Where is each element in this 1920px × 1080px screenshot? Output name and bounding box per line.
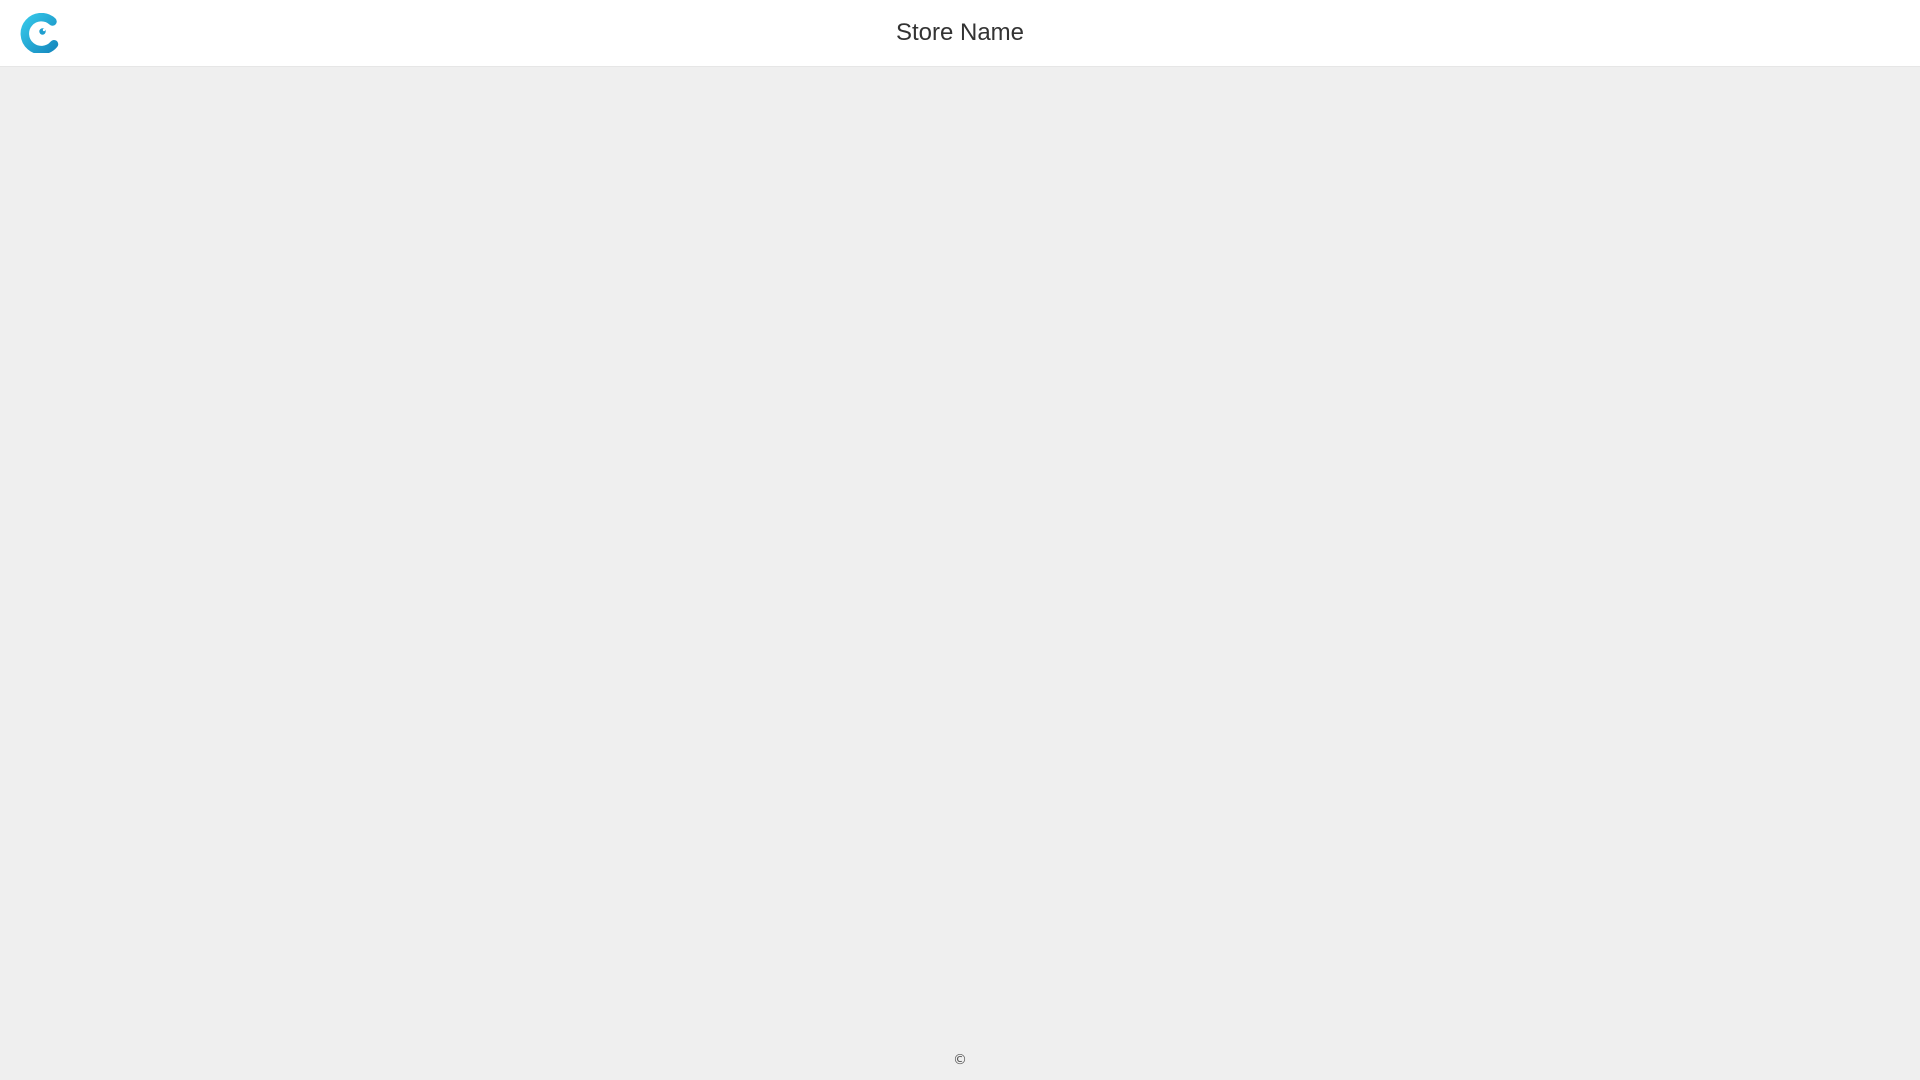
store-page: Store Name ©: [0, 0, 1920, 1080]
header-bar: Store Name: [0, 0, 1920, 67]
footer-copyright: ©: [953, 1052, 967, 1068]
main-content-area: [0, 67, 1920, 1037]
store-name: Store Name: [895, 19, 1025, 46]
